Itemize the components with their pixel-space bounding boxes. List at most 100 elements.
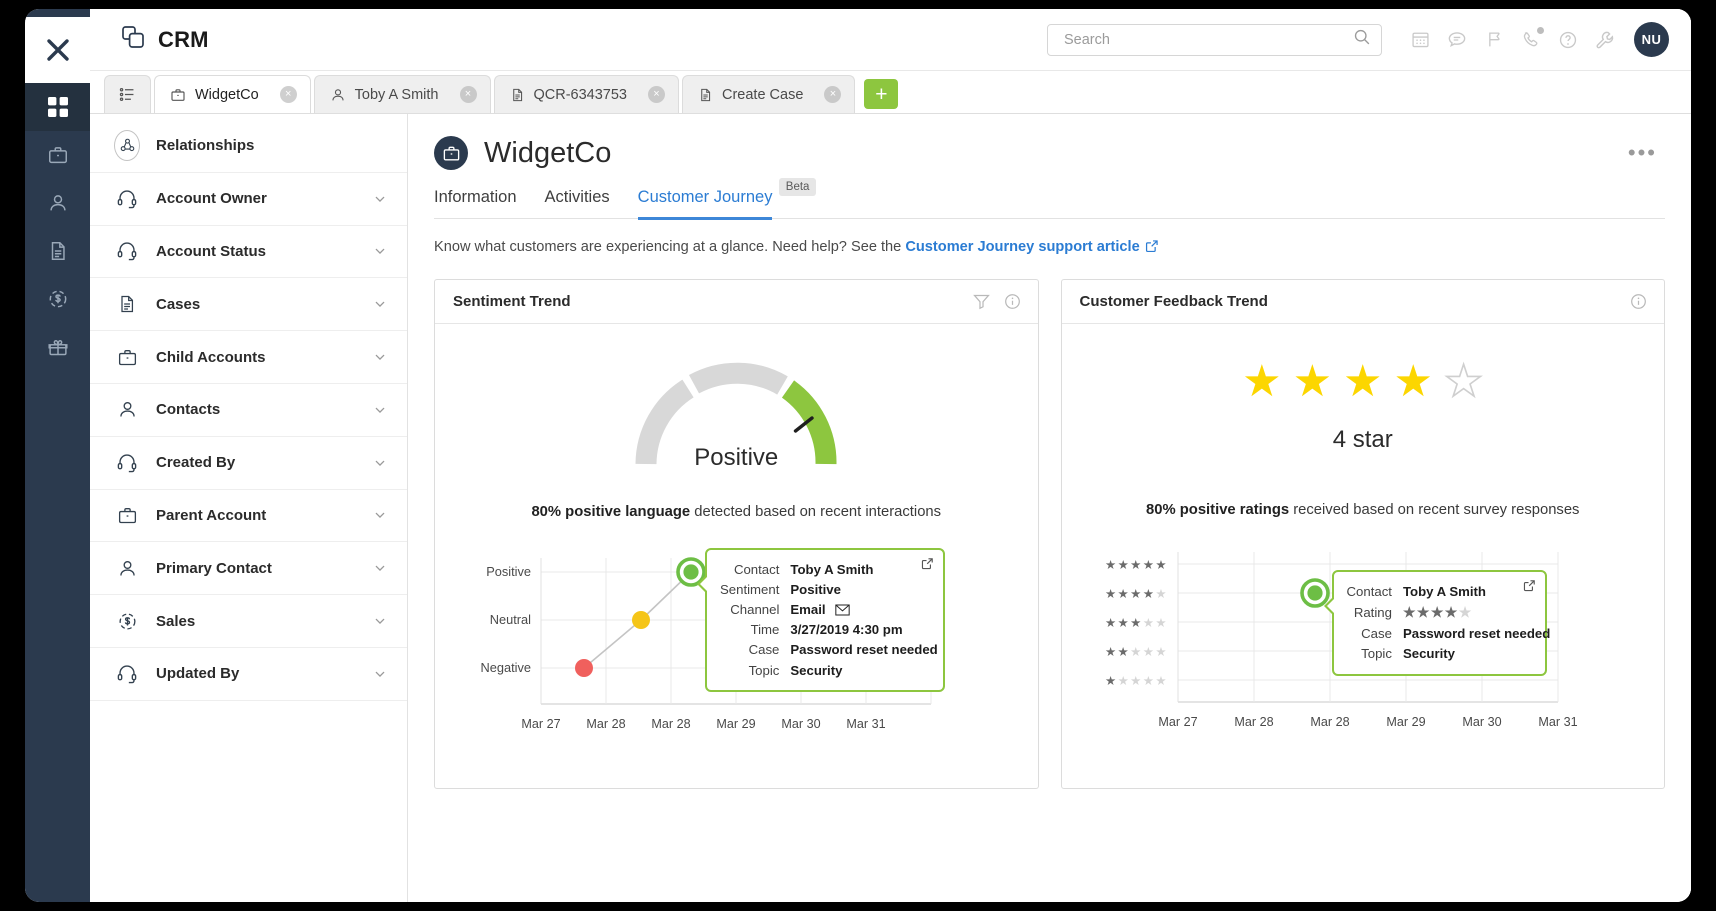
support-article-link[interactable]: Customer Journey support article (905, 239, 1139, 255)
chat-icon[interactable] (1445, 28, 1469, 52)
journey-cards: Sentiment Trend Positive 80% positive la… (434, 279, 1665, 789)
card-title: Customer Feedback Trend (1079, 293, 1268, 310)
sidebar-item-created-by[interactable]: Created By (90, 437, 407, 490)
tab-strip: WidgetCo × Toby A Smith × QCR-6343753 × … (90, 71, 1691, 114)
sidebar-item-label: Child Accounts (156, 348, 266, 366)
tab-label: Customer Journey (637, 188, 773, 206)
close-icon[interactable]: × (459, 86, 477, 103)
phone-icon[interactable] (1519, 26, 1544, 52)
sidebar-item-relationships[interactable]: Relationships (90, 120, 407, 173)
chevron-down-icon[interactable] (373, 614, 387, 628)
external-link-icon[interactable] (1145, 239, 1159, 257)
customer-feedback-trend-chart[interactable]: ★★★★★ ★★★★★ ★★★★★ ★★★★★ ★★★★★ Mar 27 Mar… (1080, 542, 1647, 752)
app-main-area: CRM Search NU WidgetCo × Toby A Smith × … (90, 9, 1691, 902)
tab-toby-a-smith[interactable]: Toby A Smith × (313, 75, 491, 113)
tooltip-value: Security (790, 662, 843, 678)
gauge-value-label: Positive (694, 444, 779, 471)
external-link-icon[interactable] (921, 557, 934, 570)
rail-item-sales[interactable] (25, 275, 90, 323)
feedback-rating-display: ★ ★ ★ ★ ★ 4 star (1080, 359, 1647, 478)
sidebar-item-account-status[interactable]: Account Status (90, 226, 407, 279)
tooltip-row: Sentiment Positive (720, 579, 938, 599)
tab-information[interactable]: Information (434, 188, 517, 218)
tab-create-case[interactable]: Create Case × (682, 75, 856, 113)
sidebar-item-child-accounts[interactable]: Child Accounts (90, 331, 407, 384)
tooltip-value: Email (790, 601, 826, 617)
tooltip-key: Channel (730, 601, 780, 617)
rail-item-cases[interactable] (25, 227, 90, 275)
apps-grid-icon (47, 96, 69, 118)
info-icon[interactable] (1004, 293, 1021, 310)
chevron-down-icon[interactable] (373, 508, 387, 522)
sentiment-tooltip[interactable]: Contact Toby A Smith Sentiment Positive (697, 548, 945, 693)
help-icon[interactable] (1556, 28, 1580, 52)
add-tab-button[interactable]: + (864, 79, 899, 109)
chevron-down-icon[interactable] (373, 456, 387, 470)
wrench-icon[interactable] (1593, 28, 1617, 52)
sidebar-item-cases[interactable]: Cases (90, 278, 407, 332)
close-icon[interactable]: × (824, 86, 842, 103)
chevron-down-icon[interactable] (373, 244, 387, 258)
search-icon[interactable] (1353, 28, 1371, 51)
close-icon[interactable]: × (648, 86, 665, 103)
chevron-down-icon[interactable] (373, 192, 387, 206)
sidebar-item-sales[interactable]: Sales (90, 595, 407, 648)
tooltip-key: Contact (733, 561, 780, 577)
global-search[interactable] (1047, 23, 1382, 56)
neutral-point (632, 611, 650, 629)
tab-customer-journey[interactable]: Customer Journey Beta (637, 178, 817, 220)
tooltip-value: Toby A Smith (790, 561, 874, 577)
feedback-tooltip[interactable]: Contact Toby A Smith Rating ★★★★★ Case P… (1323, 570, 1550, 676)
sidebar-item-label: Relationships (156, 137, 255, 155)
chevron-down-icon[interactable] (373, 297, 387, 311)
card-header-icons (1630, 293, 1647, 310)
rail-item-accounts[interactable] (25, 131, 90, 179)
y-tick-2-star: ★★★★★ (1104, 645, 1167, 659)
sidebar-item-updated-by[interactable]: Updated By (90, 648, 407, 701)
sidebar-item-parent-account[interactable]: Parent Account (90, 490, 407, 543)
close-icon[interactable]: × (279, 86, 297, 103)
chevron-down-icon[interactable] (373, 561, 387, 575)
tab-label: QCR-6343753 (533, 86, 628, 103)
chevron-down-icon[interactable] (373, 350, 387, 364)
rating-point-selected (1306, 585, 1323, 601)
tooltip-key: Rating (1353, 604, 1392, 620)
feedback-summary-bold: 80% positive ratings (1146, 502, 1290, 518)
filter-icon[interactable] (972, 293, 990, 310)
sidebar-item-label: Updated By (156, 665, 240, 683)
tab-activities[interactable]: Activities (545, 188, 610, 218)
y-tick-negative: Negative (480, 660, 531, 675)
tooltip-row: Channel Email (720, 599, 938, 619)
sentiment-trend-chart[interactable]: Positive Neutral Negative Mar 27 Mar 28 … (453, 544, 1020, 754)
sentiment-summary-bold: 80% positive language (531, 504, 691, 520)
beta-badge: Beta (778, 178, 817, 196)
tab-qcr-6343753[interactable]: QCR-6343753 × (493, 75, 679, 113)
product-logo-icon[interactable] (25, 17, 90, 83)
sidebar-item-contacts[interactable]: Contacts (90, 384, 407, 437)
info-icon[interactable] (1630, 293, 1647, 310)
briefcase-icon (47, 144, 69, 166)
chevron-down-icon[interactable] (373, 403, 387, 417)
external-link-icon[interactable] (1523, 579, 1536, 592)
calendar-icon[interactable] (1408, 28, 1432, 52)
tooltip-key: Contact (1346, 583, 1392, 599)
relationships-icon (114, 130, 140, 162)
tooltip-value: Security (1402, 646, 1455, 662)
avatar[interactable]: NU (1634, 22, 1669, 57)
sidebar-item-account-owner[interactable]: Account Owner (90, 173, 407, 226)
y-tick-5-star: ★★★★★ (1104, 558, 1167, 572)
tab-widgetco[interactable]: WidgetCo × (154, 75, 311, 113)
rail-item-contacts[interactable] (25, 179, 90, 227)
record-detail-panel: WidgetCo ••• Information Activities Cust… (408, 114, 1691, 902)
flag-icon[interactable] (1482, 28, 1506, 52)
x-tick-3: Mar 29 (1386, 715, 1425, 729)
more-actions-button[interactable]: ••• (1628, 140, 1665, 166)
tooltip-row: Contact Toby A Smith (1347, 581, 1551, 601)
search-input[interactable] (1062, 30, 1353, 49)
rail-item-apps[interactable] (25, 83, 90, 131)
rail-item-campaigns[interactable] (25, 323, 90, 371)
sentiment-summary-rest: detected based on recent interactions (690, 504, 942, 520)
sidebar-item-primary-contact[interactable]: Primary Contact (90, 542, 407, 596)
chevron-down-icon[interactable] (373, 667, 387, 681)
tab-list-view[interactable] (104, 75, 151, 113)
